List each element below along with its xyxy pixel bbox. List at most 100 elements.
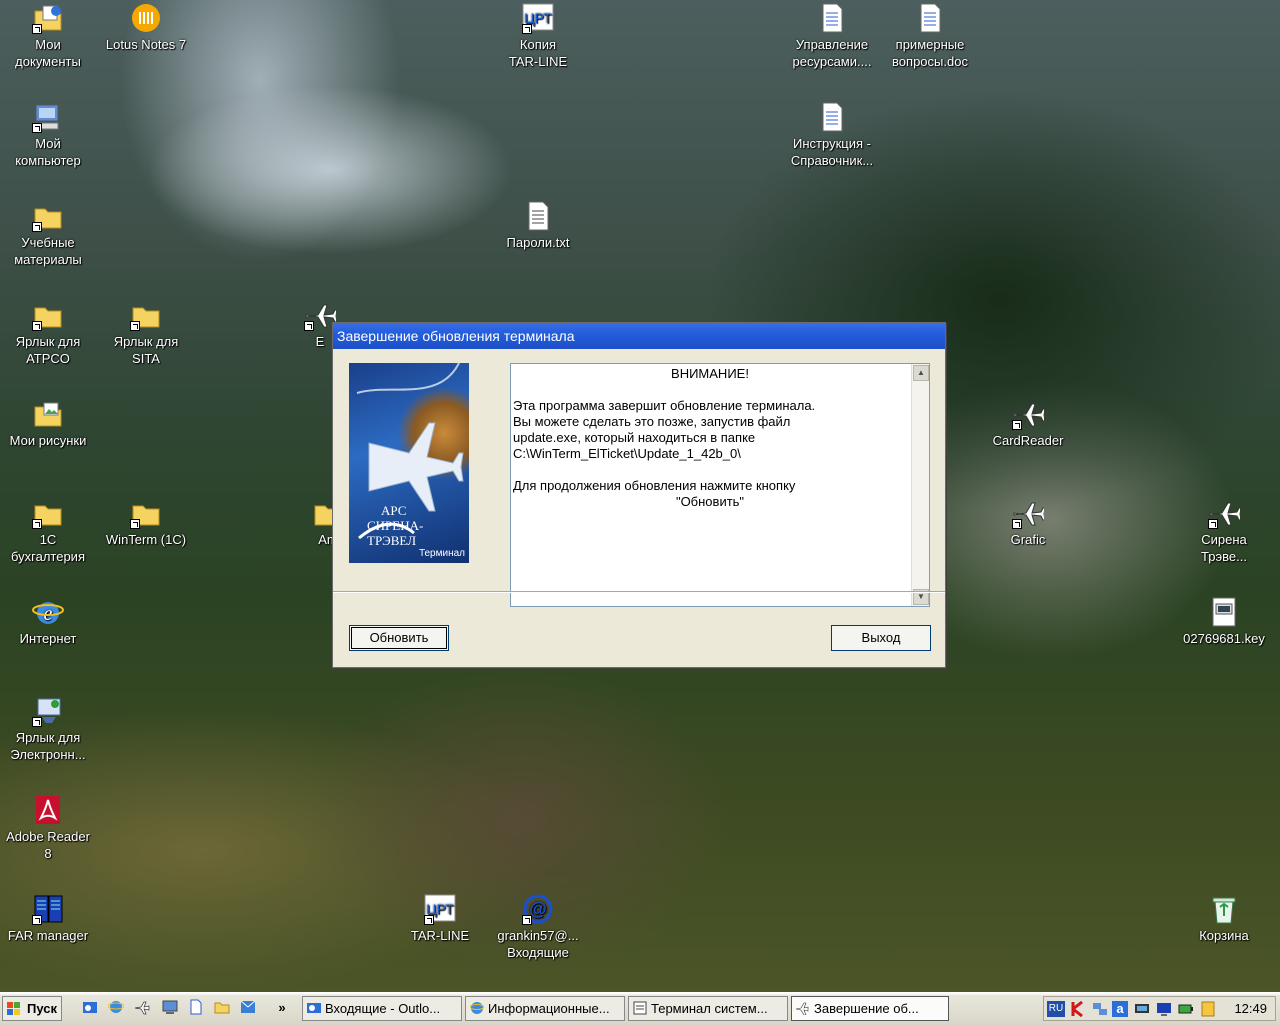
quicklaunch-overflow-icon[interactable]: »: [274, 999, 290, 1017]
desktop-icon-winterm[interactable]: WinTerm (1С): [100, 497, 192, 548]
desktop-icon-label: grankin57@... Входящие: [497, 928, 579, 960]
clock[interactable]: 12:49: [1234, 1001, 1267, 1016]
desktop-icon-sirena-treve[interactable]: Сирена Трэве...: [1178, 497, 1270, 565]
desktop-icon-label: Интернет: [19, 631, 77, 646]
desktop-icon-grankin[interactable]: @ grankin57@... Входящие: [492, 893, 584, 961]
logo-brand-line2: СИРЕНА-ТРЭВЕЛ: [367, 518, 424, 548]
task-button-terminal[interactable]: Терминал систем...: [628, 996, 788, 1021]
quicklaunch-airplane-icon[interactable]: [134, 999, 150, 1017]
desktop-icon-tar-line[interactable]: ЦРТ TAR-LINE: [394, 893, 486, 944]
quicklaunch-outlook-icon[interactable]: [82, 999, 98, 1017]
language-indicator[interactable]: RU: [1047, 1001, 1065, 1017]
desktop-icon-label: Учебные материалы: [14, 235, 82, 267]
vertical-scrollbar[interactable]: ▲ ▼: [911, 364, 929, 606]
desktop-icon-label: примерные вопросы.doc: [892, 37, 968, 69]
desktop-icon-label: Инструкция - Справочник...: [790, 136, 874, 168]
desktop-icon-upravlenie[interactable]: Управление ресурсами....: [786, 2, 878, 70]
desktop-icon-uchebnye[interactable]: Учебные материалы: [2, 200, 94, 268]
battery-tray-icon[interactable]: [1178, 1001, 1194, 1017]
airplane-icon: [1012, 497, 1046, 529]
sirena-travel-logo: АРС СИРЕНА-ТРЭВЕЛ Терминал: [349, 363, 469, 563]
desktop-icon-kopiya-tar-line[interactable]: ЦРТ Копия TAR-LINE: [492, 2, 584, 70]
far-manager-icon: [32, 893, 64, 925]
desktop-icon-label: 1С бухгалтерия: [10, 532, 85, 564]
desktop-icon-key-file[interactable]: 02769681.key: [1178, 596, 1270, 647]
message-heading: ВНИМАНИЕ!: [671, 366, 749, 381]
desktop-icon-lotus-notes[interactable]: Lotus Notes 7: [100, 2, 192, 53]
desktop-icon-label: Корзина: [1199, 928, 1249, 943]
desktop-icon-my-documents[interactable]: Мои документы: [2, 2, 94, 70]
taskbar: Пуск » Входящие - Outlo... Информационны…: [0, 992, 1280, 1025]
folder-icon: [130, 497, 162, 529]
message-line: Вы можете сделать это позже, запустив фа…: [513, 414, 791, 429]
airplane-icon: [1012, 398, 1046, 430]
desktop-icon-my-computer[interactable]: Мой компьютер: [2, 101, 94, 169]
dialog-title: Завершение обновления терминала: [337, 328, 575, 344]
cpt-app-icon: ЦРТ: [522, 2, 554, 34]
task-button-outlook[interactable]: Входящие - Outlo...: [302, 996, 462, 1021]
network-tray-icon[interactable]: [1092, 1001, 1108, 1017]
desktop-icon-yarlyk-sita[interactable]: Ярлык для SITA: [100, 299, 192, 367]
airplane-icon: [1208, 497, 1242, 529]
quicklaunch-outlook-express-icon[interactable]: [240, 999, 256, 1017]
desktop-icon-1c-buh[interactable]: 1С бухгалтерия: [2, 497, 94, 565]
desktop-icon-label: Мои документы: [15, 37, 81, 69]
desktop-icon-far-manager[interactable]: FAR manager: [2, 893, 94, 944]
notes-tray-icon[interactable]: [1200, 1001, 1216, 1017]
folder-icon: [32, 200, 64, 232]
desktop-icon-my-pictures[interactable]: Мои рисунки: [2, 398, 94, 449]
text-file-icon: [522, 200, 554, 232]
logo-brand-line1: АРС: [381, 503, 407, 518]
desktop-icon-paroli[interactable]: Пароли.txt: [492, 200, 584, 251]
desktop-icon-label: Пароли.txt: [506, 235, 570, 250]
quicklaunch-ie-icon[interactable]: [107, 999, 125, 1017]
desktop-icon-label: TAR-LINE: [410, 928, 470, 943]
desktop-icon-yarlyk-electron[interactable]: Ярлык для Электронн...: [2, 695, 94, 763]
exit-button[interactable]: Выход: [831, 625, 931, 651]
lotus-notes-icon: [130, 2, 162, 34]
message-line: Эта программа завершит обновление термин…: [513, 398, 816, 413]
monitor-tray-icon[interactable]: [1156, 1001, 1172, 1017]
quicklaunch-desktop-icon[interactable]: [162, 999, 178, 1017]
desktop-icon-label: Сирена Трэве...: [1201, 532, 1247, 564]
desktop-icon-instrukciya[interactable]: Инструкция - Справочник...: [786, 101, 878, 169]
desktop-icon-label: Lotus Notes 7: [105, 37, 187, 52]
internet-explorer-icon: [470, 1002, 484, 1014]
dialog-title-bar[interactable]: Завершение обновления терминала: [333, 323, 945, 349]
desktop-icon-recycle-bin[interactable]: Корзина: [1178, 893, 1270, 944]
quicklaunch-folder-icon[interactable]: [214, 999, 230, 1017]
desktop-icon-label: FAR manager: [7, 928, 89, 943]
desktop-icon-primernye[interactable]: примерные вопросы.doc: [884, 2, 976, 70]
desktop-icon-yarlyk-atpco[interactable]: Ярлык для ATPCO: [2, 299, 94, 367]
desktop-icon-cardreader[interactable]: CardReader: [982, 398, 1074, 449]
task-label: Завершение об...: [814, 1001, 919, 1016]
key-file-icon: [1208, 596, 1240, 628]
desktop-icon-adobe-reader[interactable]: Adobe Reader 8: [2, 794, 94, 862]
desktop-icon-grafic[interactable]: Grafic: [982, 497, 1074, 548]
desktop-icon-label: Копия TAR-LINE: [508, 37, 568, 69]
task-button-update-dialog[interactable]: Завершение об...: [791, 996, 949, 1021]
message-button-hint: "Обновить": [675, 494, 745, 509]
message-textbox[interactable]: ВНИМАНИЕ! Эта программа завершит обновле…: [510, 363, 930, 607]
word-document-icon: [816, 101, 848, 133]
word-document-icon: [914, 2, 946, 34]
word-document-icon: [816, 2, 848, 34]
task-button-ie[interactable]: Информационные...: [465, 996, 625, 1021]
display-tray-icon[interactable]: [1134, 1001, 1150, 1017]
desktop-icon-label: Ярлык для Электронн...: [10, 730, 86, 762]
message-line: Для продолжения обновления нажмите кнопк…: [513, 478, 796, 493]
desktop-icon-label: CardReader: [992, 433, 1064, 448]
kaspersky-icon[interactable]: [1070, 1000, 1086, 1018]
computer-icon: [32, 101, 64, 133]
update-button[interactable]: Обновить: [349, 625, 449, 651]
scroll-up-icon[interactable]: ▲: [913, 365, 929, 381]
agent-tray-icon[interactable]: a: [1112, 1001, 1128, 1017]
desktop-icon-internet[interactable]: e Интернет: [2, 596, 94, 647]
task-label: Терминал систем...: [651, 1001, 768, 1016]
start-button[interactable]: Пуск: [2, 996, 62, 1021]
folder-icon: [32, 299, 64, 331]
desktop-icon-label: Adobe Reader 8: [6, 829, 90, 861]
folder-pictures-icon: [32, 398, 64, 430]
system-tray: RU a 12:49: [1043, 996, 1276, 1021]
quicklaunch-document-icon[interactable]: [188, 999, 204, 1017]
